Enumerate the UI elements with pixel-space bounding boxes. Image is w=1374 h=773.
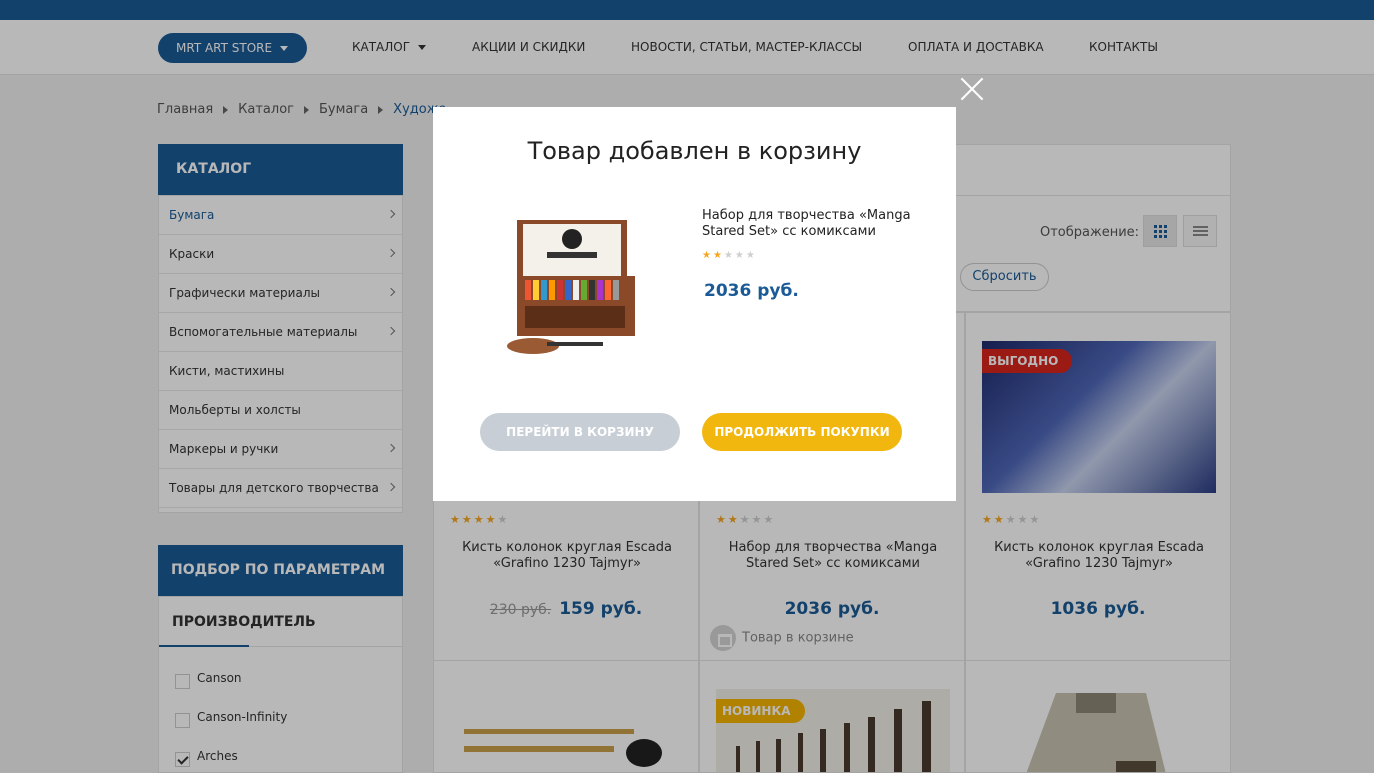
star-icon: ★ [723, 250, 735, 261]
star-icon: ★ [702, 250, 713, 261]
close-icon[interactable] [957, 74, 987, 104]
star-icon: ★ [745, 250, 757, 261]
modal-product-name[interactable]: Набор для творчества «Manga Stared Set» … [702, 208, 922, 240]
product-image [507, 220, 635, 354]
modal-product-price: 2036 руб. [704, 281, 799, 301]
star-icon: ★ [712, 250, 724, 261]
star-icon: ★ [734, 250, 746, 261]
go-to-cart-button[interactable]: ПЕРЕЙТИ В КОРЗИНУ [480, 413, 680, 451]
rating-stars: ★★★★★ [702, 250, 757, 261]
modal-title: Товар добавлен в корзину [527, 137, 862, 165]
cart-added-modal: Товар добавлен в корзину Набор для творч… [433, 107, 956, 501]
continue-shopping-button[interactable]: ПРОДОЛЖИТЬ ПОКУПКИ [702, 413, 902, 451]
